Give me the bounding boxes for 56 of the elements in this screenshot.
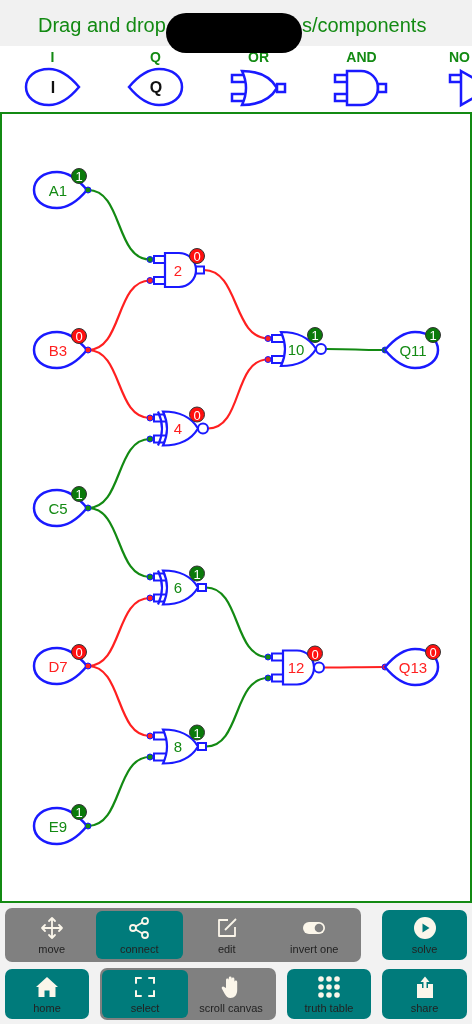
play-icon <box>412 915 437 940</box>
value-badge: 0 <box>425 644 441 660</box>
move-arrows-icon <box>39 915 64 940</box>
connector-dot[interactable] <box>146 594 154 602</box>
connector-dot[interactable] <box>264 653 272 661</box>
selection-frame-icon <box>133 974 157 999</box>
value-badge: 1 <box>71 804 87 820</box>
connector-dot[interactable] <box>84 346 92 354</box>
value-badge: 0 <box>189 248 205 264</box>
connector-dot[interactable] <box>84 186 92 194</box>
connector-dot[interactable] <box>146 435 154 443</box>
edit-mode-button[interactable]: edit <box>183 911 271 959</box>
solve-button[interactable]: solve <box>382 910 467 960</box>
connector-dot[interactable] <box>146 753 154 761</box>
hand-mode-button[interactable]: scroll canvas <box>188 970 274 1018</box>
connector-dot[interactable] <box>84 822 92 830</box>
value-badge: 1 <box>189 565 205 582</box>
connector-dot[interactable] <box>146 573 154 581</box>
value-badge: 1 <box>425 327 441 343</box>
connector-dot[interactable] <box>264 335 272 342</box>
truth-table-button[interactable]: truth table <box>287 969 371 1019</box>
value-badge: 0 <box>307 645 323 662</box>
instruction-text: s/components <box>301 15 427 35</box>
instruction-text: Drag and drop <box>38 15 166 35</box>
connector-dot[interactable] <box>264 356 272 363</box>
connector-dot[interactable] <box>146 256 154 263</box>
component-label: NO <box>449 49 470 65</box>
value-badge: 1 <box>307 327 323 343</box>
share-button[interactable]: share <box>382 969 467 1019</box>
connector-dot[interactable] <box>146 277 154 284</box>
value-badge: 0 <box>71 644 87 660</box>
home-button[interactable]: home <box>5 969 89 1019</box>
dot-grid-icon <box>317 974 341 999</box>
circuit-canvas[interactable]: A1 1 B3 0 C5 1 D7 0 E9 1 2 0 4 0 6 1 8 1 10 1 12 0 Q11 1 Q13 0 <box>0 112 472 903</box>
move-mode-button[interactable]: move <box>8 911 96 959</box>
connector-dot[interactable] <box>84 662 92 670</box>
connector-dot[interactable] <box>146 414 154 422</box>
home-icon <box>35 974 59 999</box>
output-node-icon[interactable]: Q <box>126 67 185 107</box>
connector-dot[interactable] <box>146 732 154 740</box>
value-badge: 0 <box>71 328 87 344</box>
value-badge: 1 <box>71 486 87 502</box>
component-label: AND <box>346 49 377 65</box>
value-badge: 1 <box>71 168 87 184</box>
component-label: Q <box>150 49 161 65</box>
toggle-mode-button[interactable]: invert one <box>270 911 358 959</box>
component-label: I <box>50 49 55 65</box>
connector-dot[interactable] <box>264 674 272 682</box>
value-badge: 0 <box>189 406 205 423</box>
or-gate-icon[interactable] <box>228 67 289 109</box>
share-nodes-icon <box>127 915 152 940</box>
value-badge: 1 <box>189 724 205 741</box>
connector-dot[interactable] <box>84 504 92 512</box>
connect-mode-button[interactable]: connect <box>95 911 183 959</box>
select-mode-button[interactable]: select <box>102 970 188 1018</box>
input-node-icon[interactable]: I <box>23 67 82 107</box>
